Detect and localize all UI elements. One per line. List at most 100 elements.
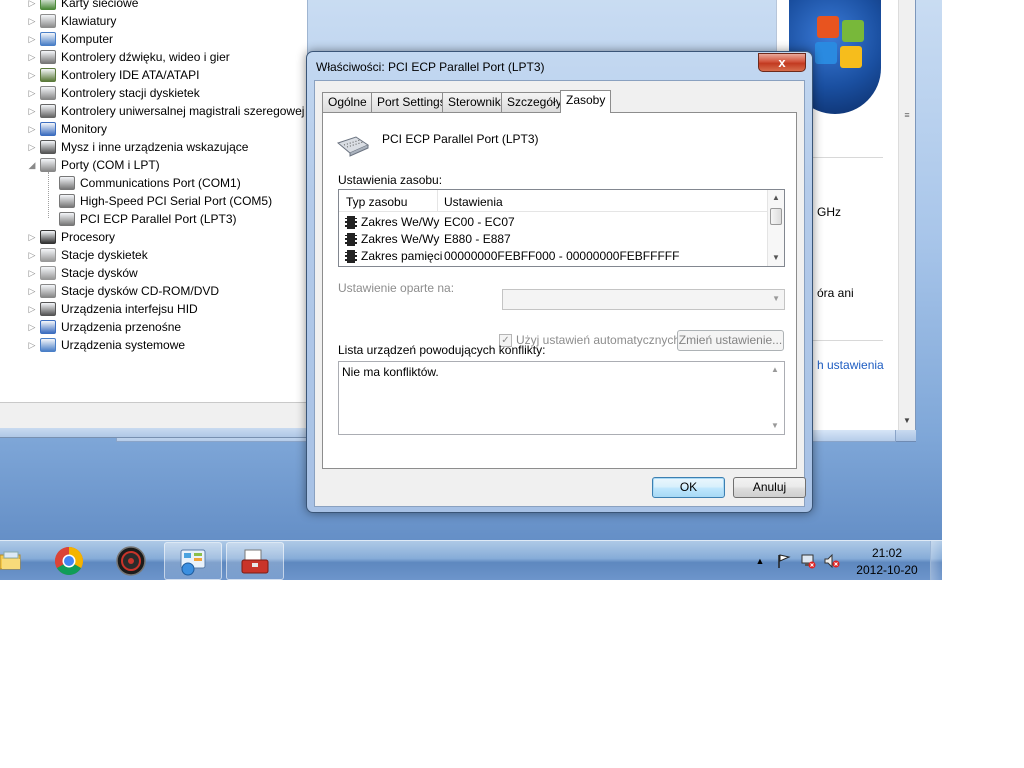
scroll-down-icon[interactable]: ▼: [768, 250, 784, 266]
resource-row[interactable]: Zakres We/Wy EC00 - EC07: [339, 214, 769, 231]
resources-list[interactable]: Typ zasobu Ustawienia Zakres We/Wy EC00 …: [338, 189, 785, 267]
parallel-port-icon: [336, 136, 370, 157]
tree-category[interactable]: ▷ Kontrolery IDE ATA/ATAPI: [0, 66, 306, 84]
change-settings-link[interactable]: h ustawienia: [817, 358, 884, 372]
device-manager-frame: [0, 428, 308, 438]
tree-category[interactable]: ▷ Karty sieciowe: [0, 0, 306, 12]
tree-expand-icon[interactable]: ▷: [27, 84, 37, 102]
scroll-down-icon[interactable]: ▼: [767, 418, 783, 434]
tree-category[interactable]: ▷ Kontrolery dźwięku, wideo i gier: [0, 48, 306, 66]
tree-expand-icon[interactable]: ▷: [27, 120, 37, 138]
tree-expand-icon[interactable]: ▷: [27, 12, 37, 30]
port-icon: [40, 158, 56, 172]
tree-expand-icon[interactable]: ▷: [27, 138, 37, 156]
tab-resources[interactable]: Zasoby: [560, 90, 612, 113]
resources-panel: PCI ECP Parallel Port (LPT3) Ustawienia …: [322, 112, 797, 469]
tree-device[interactable]: PCI ECP Parallel Port (LPT3): [0, 210, 306, 228]
tree-expand-icon[interactable]: ▷: [27, 228, 37, 246]
port-connector-icon: [59, 212, 75, 226]
tree-expand-icon[interactable]: ▷: [27, 300, 37, 318]
control-panel-icon: [180, 549, 206, 576]
tree-device[interactable]: High-Speed PCI Serial Port (COM5): [0, 192, 306, 210]
resource-row[interactable]: Zakres We/Wy E880 - E887: [339, 231, 769, 248]
conflicts-text: Nie ma konfliktów.: [342, 365, 439, 379]
tree-expand-icon[interactable]: ▷: [27, 48, 37, 66]
device-name: PCI ECP Parallel Port (LPT3): [382, 132, 539, 146]
change-settings-button[interactable]: Zmień ustawienie...: [677, 330, 784, 351]
chip-icon: [345, 216, 357, 229]
tab-details[interactable]: Szczegóły: [501, 92, 568, 112]
floppy-controller-icon: [40, 86, 56, 100]
tree-category[interactable]: ▷ Procesory: [0, 228, 306, 246]
tree-category[interactable]: ▷ Stacje dysków: [0, 264, 306, 282]
conflicts-scrollbar[interactable]: ▲ ▼: [767, 362, 784, 434]
resource-row[interactable]: Zakres pamięci 00000000FEBFF000 - 000000…: [339, 248, 769, 265]
cdrom-icon: [40, 284, 56, 298]
based-on-select[interactable]: ▼: [502, 289, 785, 310]
scroll-thumb[interactable]: [770, 208, 782, 225]
tab-driver[interactable]: Sterownik: [442, 92, 507, 112]
tab-general[interactable]: Ogólne: [322, 92, 373, 112]
show-hidden-icons-icon[interactable]: ▲: [752, 553, 768, 569]
chip-icon: [345, 233, 357, 246]
tree-expand-icon[interactable]: ▷: [27, 336, 37, 354]
mouse-icon: [40, 140, 56, 154]
tree-expand-icon[interactable]: ▷: [27, 30, 37, 48]
cpu-speed-text: GHz: [817, 205, 841, 219]
tab-port-settings[interactable]: Port Settings: [371, 92, 452, 112]
keyboard-icon: [40, 14, 56, 28]
tree-item-label: PCI ECP Parallel Port (LPT3): [80, 212, 237, 226]
tree-expand-icon[interactable]: ▷: [27, 282, 37, 300]
clock-date[interactable]: 2012-10-20: [847, 563, 927, 577]
scroll-up-icon[interactable]: ▲: [767, 362, 783, 378]
tree-category[interactable]: ▷ Urządzenia systemowe: [0, 336, 306, 354]
column-settings[interactable]: Ustawienia: [444, 195, 503, 209]
tree-expand-icon[interactable]: ▷: [27, 246, 37, 264]
conflicts-textbox[interactable]: Nie ma konfliktów. ▲ ▼: [338, 361, 785, 435]
tree-category[interactable]: ◢ Porty (COM i LPT): [0, 156, 306, 174]
network-disconnected-icon[interactable]: [800, 553, 816, 569]
tree-expand-icon[interactable]: ▷: [27, 102, 37, 120]
resources-scrollbar[interactable]: ▲ ▼: [767, 190, 784, 266]
tree-category[interactable]: ▷ Klawiatury: [0, 12, 306, 30]
tree-category[interactable]: ▷ Kontrolery uniwersalnej magistrali szer…: [0, 102, 306, 120]
tree-item-label: Kontrolery IDE ATA/ATAPI: [61, 68, 200, 82]
tree-collapse-icon[interactable]: ◢: [27, 156, 37, 174]
usb-icon: [40, 104, 56, 118]
ok-button[interactable]: OK: [652, 477, 725, 498]
tree-category[interactable]: ▷ Stacje dyskietek: [0, 246, 306, 264]
taskbar-control-panel-button[interactable]: [164, 542, 222, 580]
network-adapter-icon: [40, 0, 56, 10]
taskbar-explorer-button[interactable]: [0, 542, 28, 580]
tree-expand-icon[interactable]: ▷: [27, 0, 37, 12]
tree-item-label: Stacje dyskietek: [61, 248, 148, 262]
taskbar-device-manager-button[interactable]: [226, 542, 284, 580]
scroll-up-icon[interactable]: ▲: [768, 190, 784, 206]
taskbar-app-button[interactable]: [102, 542, 160, 580]
tree-category[interactable]: ▷ Mysz i inne urządzenia wskazujące: [0, 138, 306, 156]
tree-item-label: Kontrolery dźwięku, wideo i gier: [61, 50, 230, 64]
system-device-icon: [40, 338, 56, 352]
right-window-scrollbar[interactable]: ≡ ▼: [898, 0, 915, 430]
tree-expand-icon[interactable]: ▷: [27, 264, 37, 282]
column-resource-type[interactable]: Typ zasobu: [346, 195, 407, 209]
resources-label: Ustawienia zasobu:: [338, 173, 443, 187]
clock-time[interactable]: 21:02: [847, 546, 927, 560]
resources-header: Typ zasobu Ustawienia: [339, 190, 769, 212]
action-center-flag-icon[interactable]: [776, 553, 792, 569]
tree-category[interactable]: ▷ Urządzenia interfejsu HID: [0, 300, 306, 318]
tree-category[interactable]: ▷ Kontrolery stacji dyskietek: [0, 84, 306, 102]
show-desktop-button[interactable]: [930, 541, 942, 580]
tree-category[interactable]: ▷ Urządzenia przenośne: [0, 318, 306, 336]
cancel-button[interactable]: Anuluj: [733, 477, 806, 498]
tree-category[interactable]: ▷ Monitory: [0, 120, 306, 138]
volume-muted-icon[interactable]: [824, 553, 840, 569]
dialog-title: Właściwości: PCI ECP Parallel Port (LPT3…: [316, 60, 545, 74]
tree-device[interactable]: Communications Port (COM1): [0, 174, 306, 192]
tree-expand-icon[interactable]: ▷: [27, 318, 37, 336]
tree-category[interactable]: ▷ Komputer: [0, 30, 306, 48]
tree-expand-icon[interactable]: ▷: [27, 66, 37, 84]
taskbar-chrome-button[interactable]: [40, 542, 98, 580]
tree-category[interactable]: ▷ Stacje dysków CD-ROM/DVD: [0, 282, 306, 300]
close-button[interactable]: x: [758, 53, 806, 72]
